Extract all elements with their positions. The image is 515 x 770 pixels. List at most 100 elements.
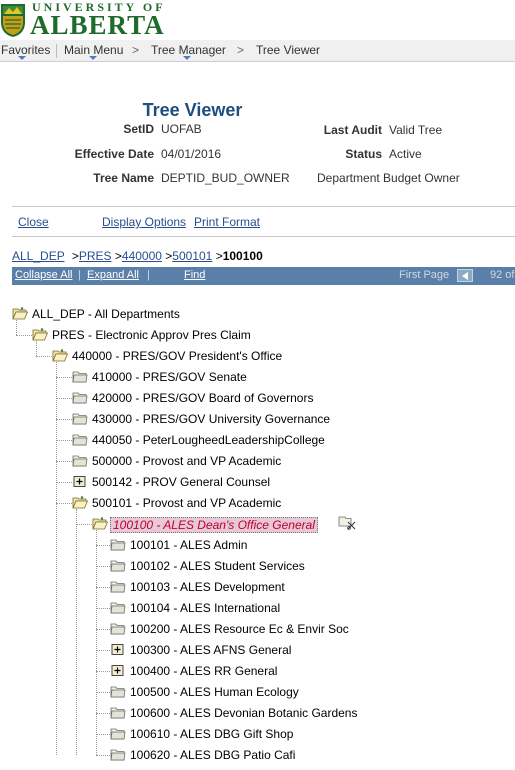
folder-icon[interactable] <box>72 454 88 467</box>
tree-node-label[interactable]: 430000 - PRES/GOV University Governance <box>92 412 330 426</box>
folder-icon[interactable] <box>72 412 88 425</box>
tree-node-label[interactable]: 100600 - ALES Devonian Botanic Gardens <box>130 706 357 720</box>
folder-icon[interactable] <box>110 580 126 593</box>
cut-node-icon[interactable] <box>338 516 356 530</box>
tree-node-label[interactable]: 100104 - ALES International <box>130 601 280 615</box>
tree-node-label[interactable]: 440000 - PRES/GOV President's Office <box>72 349 282 363</box>
tree-connector-line <box>56 482 72 483</box>
folder-icon[interactable] <box>110 727 126 740</box>
tree-connector-line <box>96 545 110 546</box>
tree-connector-line <box>56 362 57 755</box>
tree-node-label[interactable]: 100103 - ALES Development <box>130 580 285 594</box>
nav-favorites[interactable]: Favorites <box>1 43 50 57</box>
tree-node-label[interactable]: 100101 - ALES Admin <box>130 538 247 552</box>
tree-breadcrumb: ALL_DEP >PRES >440000 >500101 >100100 <box>12 249 263 263</box>
nav-main-menu[interactable]: Main Menu <box>64 43 123 57</box>
setid-label: SetID <box>123 122 154 136</box>
expand-all-link[interactable]: Expand All <box>87 269 139 281</box>
nav-tree-viewer[interactable]: Tree Viewer <box>256 43 320 57</box>
divider-line <box>12 236 515 237</box>
breadcrumb-separator: > <box>71 249 79 263</box>
tree-node-label[interactable]: 440050 - PeterLougheedLeadershipCollege <box>92 433 325 447</box>
folder-icon[interactable] <box>110 706 126 719</box>
folder-open-icon[interactable] <box>52 349 68 362</box>
tree-connector-line <box>56 377 72 378</box>
header-banner: UNIVERSITY OF ALBERTA <box>0 0 515 40</box>
tree-connector-line <box>16 320 17 335</box>
tree-view: ALL_DEP - All Departments PRES - Electron… <box>0 300 515 770</box>
folder-icon[interactable] <box>110 685 126 698</box>
tree-node-label[interactable]: 100500 - ALES Human Ecology <box>130 685 299 699</box>
tree-node-label[interactable]: 100620 - ALES DBG Patio Cafi <box>130 748 295 762</box>
expand-plus-icon[interactable] <box>72 475 88 488</box>
nav-separator: > <box>237 43 245 57</box>
expand-plus-icon[interactable] <box>110 664 126 677</box>
tree-connector-line <box>96 734 110 735</box>
divider-line <box>12 206 515 207</box>
breadcrumb-all-dep[interactable]: ALL_DEP <box>12 249 64 263</box>
tree-node-label[interactable]: 100100 - ALES Dean's Office General <box>110 517 318 533</box>
tree-connector-line <box>56 503 72 504</box>
tree-connector-line <box>36 356 52 357</box>
main-menu-dropdown-icon[interactable] <box>89 56 97 60</box>
tree-node-label[interactable]: PRES - Electronic Approv Pres Claim <box>52 328 251 342</box>
last-audit-value: Valid Tree <box>389 123 443 137</box>
folder-open-icon[interactable] <box>32 328 48 341</box>
print-format-link[interactable]: Print Format <box>194 215 260 229</box>
breadcrumb-440000[interactable]: 440000 <box>122 249 162 263</box>
tree-node-label[interactable]: 500000 - Provost and VP Academic <box>92 454 281 468</box>
previous-page-icon[interactable] <box>457 269 473 282</box>
breadcrumb-current: 100100 <box>222 249 263 263</box>
nav-tree-manager[interactable]: Tree Manager <box>151 43 226 57</box>
tree-description: Department Budget Owner <box>317 171 460 185</box>
tree-node-label[interactable]: 100400 - ALES RR General <box>130 664 277 678</box>
logo-text-main: ALBERTA <box>30 10 165 40</box>
breadcrumb-pres[interactable]: PRES <box>79 249 112 263</box>
favorites-dropdown-icon[interactable] <box>18 56 26 60</box>
tree-connector-line <box>36 341 37 356</box>
navigation-bar: Favorites Main Menu > Tree Manager > Tre… <box>0 40 515 62</box>
tree-node-label[interactable]: 100610 - ALES DBG Gift Shop <box>130 727 293 741</box>
effective-date-value: 04/01/2016 <box>161 147 222 161</box>
tree-connector-line <box>96 530 97 755</box>
folder-icon[interactable] <box>110 601 126 614</box>
folder-icon[interactable] <box>110 538 126 551</box>
breadcrumb-separator: > <box>114 249 122 263</box>
tree-node-label[interactable]: 500142 - PROV General Counsel <box>92 475 270 489</box>
tree-connector-line <box>96 713 110 714</box>
folder-icon[interactable] <box>110 559 126 572</box>
tree-connector-line <box>96 650 110 651</box>
collapse-all-link[interactable]: Collapse All <box>15 269 72 281</box>
folder-open-icon[interactable] <box>72 496 88 509</box>
nav-separator: > <box>132 43 140 57</box>
close-link[interactable]: Close <box>18 215 49 229</box>
tree-connector-line <box>56 398 72 399</box>
expand-plus-icon[interactable] <box>110 643 126 656</box>
display-options-link[interactable]: Display Options <box>102 215 186 229</box>
find-link[interactable]: Find <box>184 269 205 281</box>
tree-connector-line <box>96 671 110 672</box>
tree-node-label[interactable]: 100300 - ALES AFNS General <box>130 643 291 657</box>
tree-manager-dropdown-icon[interactable] <box>183 56 191 60</box>
tree-node-label[interactable]: 420000 - PRES/GOV Board of Governors <box>92 391 313 405</box>
folder-icon[interactable] <box>72 391 88 404</box>
folder-open-icon[interactable] <box>92 517 108 530</box>
university-shield-icon <box>1 4 25 37</box>
tree-name-value: DEPTID_BUD_OWNER <box>161 171 290 185</box>
tree-connector-line <box>16 335 32 336</box>
tree-connector-line <box>56 419 72 420</box>
tree-connector-line <box>96 629 110 630</box>
tree-node-label[interactable]: 500101 - Provost and VP Academic <box>92 496 281 510</box>
folder-icon[interactable] <box>110 622 126 635</box>
folder-icon[interactable] <box>110 748 126 761</box>
folder-icon[interactable] <box>72 433 88 446</box>
status-value: Active <box>389 147 422 161</box>
tree-node-label[interactable]: 100200 - ALES Resource Ec & Envir Soc <box>130 622 349 636</box>
folder-icon[interactable] <box>72 370 88 383</box>
tree-node-label[interactable]: 100102 - ALES Student Services <box>130 559 305 573</box>
folder-open-icon[interactable] <box>12 307 28 320</box>
toolbar-separator: | <box>78 269 81 281</box>
tree-node-label[interactable]: ALL_DEP - All Departments <box>32 307 180 321</box>
tree-node-label[interactable]: 410000 - PRES/GOV Senate <box>92 370 247 384</box>
breadcrumb-500101[interactable]: 500101 <box>172 249 212 263</box>
